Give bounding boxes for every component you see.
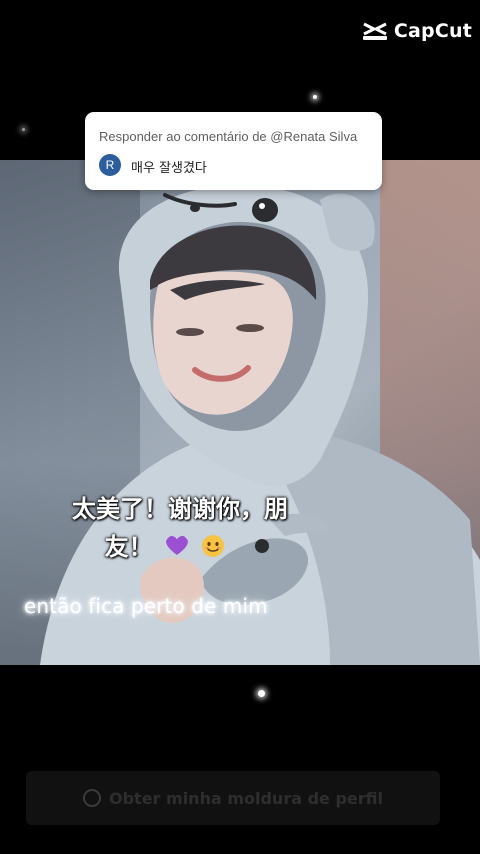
sparkle-decoration [313,95,317,99]
chinese-caption-line2: 友！ [104,533,153,561]
comment-text: 매우 잘생겼다 [131,161,207,176]
reply-to-label: Responder ao comentário de @Renata Silva [99,129,358,144]
get-profile-frame-label: Obter minha moldura de perfil [109,788,383,808]
portuguese-caption: então fica perto de mim [24,594,268,618]
get-profile-frame-button[interactable]: Obter minha moldura de perfil [26,771,440,825]
sparkle-decoration [258,690,265,697]
smiling-face-icon [202,535,225,557]
purple-heart-icon [166,536,188,555]
commenter-avatar: R [99,154,121,176]
capcut-logo-icon [362,22,387,40]
sparkle-decoration [22,128,25,131]
chinese-caption: 太美了！谢谢你，朋 友！ [0,490,330,566]
circle-icon [83,789,101,807]
capcut-brand-text: CapCut [393,20,472,42]
reply-to-comment-bubble: Responder ao comentário de @Renata Silva… [85,112,382,190]
person-in-hoodie-illustration [40,185,480,665]
video-photo [0,160,480,665]
chinese-caption-line1: 太美了！谢谢你，朋 [72,495,288,523]
capcut-watermark: CapCut [362,20,472,42]
